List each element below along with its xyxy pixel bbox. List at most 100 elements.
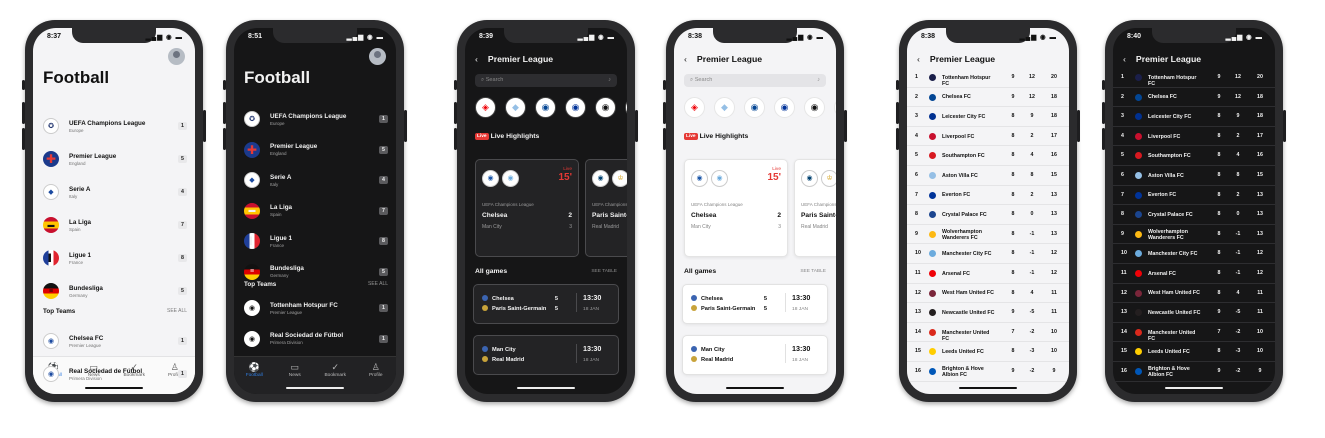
- arsenal-crest-icon[interactable]: ◈: [684, 97, 705, 118]
- table-row[interactable]: 14 Manchester United FC 7 -2 10: [907, 323, 1069, 343]
- league-item[interactable]: ✚ Premier League England 5: [43, 144, 187, 174]
- table-row[interactable]: 7 Everton FC 8 2 13: [1113, 186, 1275, 206]
- fulham-crest-icon[interactable]: ◉: [595, 97, 616, 118]
- arsenal-crest-icon[interactable]: ◈: [475, 97, 496, 118]
- search-input[interactable]: ⌕ Search ♪: [475, 74, 617, 87]
- tab-bookmark[interactable]: ✓ Bookmark: [315, 362, 356, 394]
- team-item[interactable]: ◉ Tottenham Hotspur FC Premier League 1: [244, 293, 388, 323]
- table-row[interactable]: 6 Aston Villa FC 8 8 15: [907, 166, 1069, 186]
- avatar[interactable]: [168, 48, 185, 65]
- league-count-badge: 1: [178, 122, 187, 130]
- avatar[interactable]: [369, 48, 386, 65]
- mic-icon[interactable]: ♪: [608, 74, 611, 87]
- table-row[interactable]: 1 Tottenham Hotspur FC 9 12 20: [1113, 68, 1275, 88]
- match-card[interactable]: ◉♔ UEFA Champions League Paris Saint-Germa…: [585, 159, 627, 257]
- germany-flag-icon: ≡: [43, 283, 59, 299]
- table-row[interactable]: 5 Southampton FC 8 4 16: [907, 146, 1069, 166]
- league-name: Serie A: [270, 173, 292, 181]
- back-icon[interactable]: ‹: [917, 54, 920, 64]
- chelsea-crest-icon[interactable]: ◉: [535, 97, 556, 118]
- top-teams-header: Top Teams SEE ALL: [43, 308, 187, 315]
- league-item[interactable]: ≡ Bundesliga Germany 5: [43, 276, 187, 306]
- table-row[interactable]: 15 Leeds United FC 8 -3 10: [907, 342, 1069, 362]
- tab-news[interactable]: ▭ News: [275, 362, 316, 394]
- club-crest-icon[interactable]: ◉: [625, 97, 627, 118]
- table-row[interactable]: 6 Aston Villa FC 8 8 15: [1113, 166, 1275, 186]
- table-row[interactable]: 9 Wolverhampton Wanderers FC 8 -1 13: [1113, 225, 1275, 245]
- table-row[interactable]: 11 Arsenal FC 8 -1 12: [907, 264, 1069, 284]
- league-item[interactable]: ✪ UEFA Champions League Europe 1: [43, 111, 187, 141]
- league-item[interactable]: ▬ La Liga Spain 7: [43, 210, 187, 240]
- kickoff-date: 18 JAN: [792, 307, 809, 312]
- league-item[interactable]: ✚ Premier League England 5: [244, 135, 388, 165]
- mic-icon[interactable]: ♪: [817, 74, 820, 87]
- table-row[interactable]: 15 Leeds United FC 8 -3 10: [1113, 342, 1275, 362]
- table-row[interactable]: 13 Newcastle United FC 9 -5 11: [907, 303, 1069, 323]
- table-row[interactable]: 12 West Ham United FC 8 4 11: [907, 284, 1069, 304]
- search-input[interactable]: ⌕ Search ♪: [684, 74, 826, 87]
- back-icon[interactable]: ‹: [1123, 54, 1126, 64]
- game-card[interactable]: Chelsea 5 Paris Saint-Germain 5 13:30 18 JAN: [473, 284, 619, 324]
- see-table-link[interactable]: SEE TABLE: [800, 269, 826, 274]
- see-table-link[interactable]: SEE TABLE: [591, 269, 617, 274]
- league-text: UEFA Champions League Europe: [270, 113, 346, 126]
- table-row[interactable]: 3 Leicester City FC 8 9 18: [907, 107, 1069, 127]
- back-icon[interactable]: ‹: [475, 54, 478, 64]
- table-row[interactable]: 2 Chelsea FC 9 12 18: [1113, 88, 1275, 108]
- match-card[interactable]: ◉ ◉ Live 15' UEFA Champions League Chelsea 2 Ma…: [684, 159, 788, 257]
- league-item[interactable]: ◆ Serie A Italy 4: [43, 177, 187, 207]
- team-name: Wolverhampton Wanderers FC: [1148, 228, 1188, 241]
- table-row[interactable]: 13 Newcastle United FC 9 -5 11: [1113, 303, 1275, 323]
- team-name: West Ham United FC: [1148, 290, 1200, 297]
- table-row[interactable]: 16 Brighton & Hove Albion FC 9 -2 9: [1113, 362, 1275, 382]
- chelsea-crest-icon[interactable]: ◉: [744, 97, 765, 118]
- aston-villa-crest-icon[interactable]: ◆: [714, 97, 735, 118]
- everton-crest-icon[interactable]: ◉: [774, 97, 795, 118]
- table-row[interactable]: 16 Brighton & Hove Albion FC 9 -2 9: [907, 362, 1069, 382]
- table-row[interactable]: 4 Liverpool FC 8 2 17: [1113, 127, 1275, 147]
- aston-villa-crest-icon[interactable]: ◆: [505, 97, 526, 118]
- team-item[interactable]: ◉ Real Sociedad de Fútbol Primera Division…: [43, 359, 187, 389]
- tab-football[interactable]: ⚽Football: [234, 362, 275, 394]
- league-item[interactable]: ✪ UEFA Champions League Europe 1: [244, 104, 388, 134]
- table-row[interactable]: 11 Arsenal FC 8 -1 12: [1113, 264, 1275, 284]
- league-item[interactable]: ▬ La Liga Spain 7: [244, 196, 388, 226]
- table-row[interactable]: 2 Chelsea FC 9 12 18: [907, 88, 1069, 108]
- table-row[interactable]: 7 Everton FC 8 2 13: [907, 186, 1069, 206]
- table-row[interactable]: 1 Tottenham Hotspur FC 9 12 20: [907, 68, 1069, 88]
- back-icon[interactable]: ‹: [684, 54, 687, 64]
- points: 12: [1257, 250, 1263, 257]
- league-item[interactable]: ▌ Ligue 1 France 8: [43, 243, 187, 273]
- table-row[interactable]: 14 Manchester United FC 7 -2 10: [1113, 323, 1275, 343]
- match-card[interactable]: ◉♔ UEFA Champions League Paris Saint-Germa…: [794, 159, 836, 257]
- game-card[interactable]: Man City Real Madrid 13:30 18 JAN: [473, 335, 619, 375]
- game-card[interactable]: Man City Real Madrid 13:30 18 JAN: [682, 335, 828, 375]
- table-row[interactable]: 3 Leicester City FC 8 9 18: [1113, 107, 1275, 127]
- club-crest-icon[interactable]: ◉: [834, 97, 836, 118]
- fulham-crest-icon[interactable]: ◉: [804, 97, 825, 118]
- table-row[interactable]: 5 Southampton FC 8 4 16: [1113, 146, 1275, 166]
- league-item[interactable]: ▌ Ligue 1 France 8: [244, 226, 388, 256]
- league-item[interactable]: ≡ Bundesliga Germany 5: [244, 257, 388, 287]
- match-card[interactable]: ◉ ◉ Live 15' UEFA Champions League Chelsea 2 Ma…: [475, 159, 579, 257]
- away-team-row: Man City 3: [482, 224, 572, 230]
- goal-difference: 2: [1236, 132, 1240, 139]
- league-item[interactable]: ◆ Serie A Italy 4: [244, 165, 388, 195]
- table-row[interactable]: 10 Manchester City FC 8 -1 12: [1113, 244, 1275, 264]
- table-row[interactable]: 10 Manchester City FC 8 -1 12: [907, 244, 1069, 264]
- see-all-link[interactable]: SEE ALL: [167, 308, 187, 314]
- table-row[interactable]: 9 Wolverhampton Wanderers FC 8 -1 13: [907, 225, 1069, 245]
- table-row[interactable]: 8 Crystal Palace FC 8 0 13: [1113, 205, 1275, 225]
- table-row[interactable]: 8 Crystal Palace FC 8 0 13: [907, 205, 1069, 225]
- table-row[interactable]: 12 West Ham United FC 8 4 11: [1113, 284, 1275, 304]
- club-carousel: ◈ ◆ ◉ ◉ ◉ ◉: [475, 97, 627, 120]
- everton-crest-icon[interactable]: ◉: [565, 97, 586, 118]
- table-row[interactable]: 4 Liverpool FC 8 2 17: [907, 127, 1069, 147]
- team-crest-icon: [1135, 74, 1142, 81]
- tab-profile[interactable]: ♙ Profile: [356, 362, 397, 394]
- game-card[interactable]: Chelsea 5 Paris Saint-Germain 5 13:30 18 JAN: [682, 284, 828, 324]
- team-item[interactable]: ◉ Chelsea FC Premier League 1: [43, 326, 187, 356]
- home-team: Chelsea: [691, 212, 717, 219]
- side-button: [844, 110, 847, 142]
- team-item[interactable]: ◉ Real Sociedad de Fútbol Primera Division…: [244, 324, 388, 354]
